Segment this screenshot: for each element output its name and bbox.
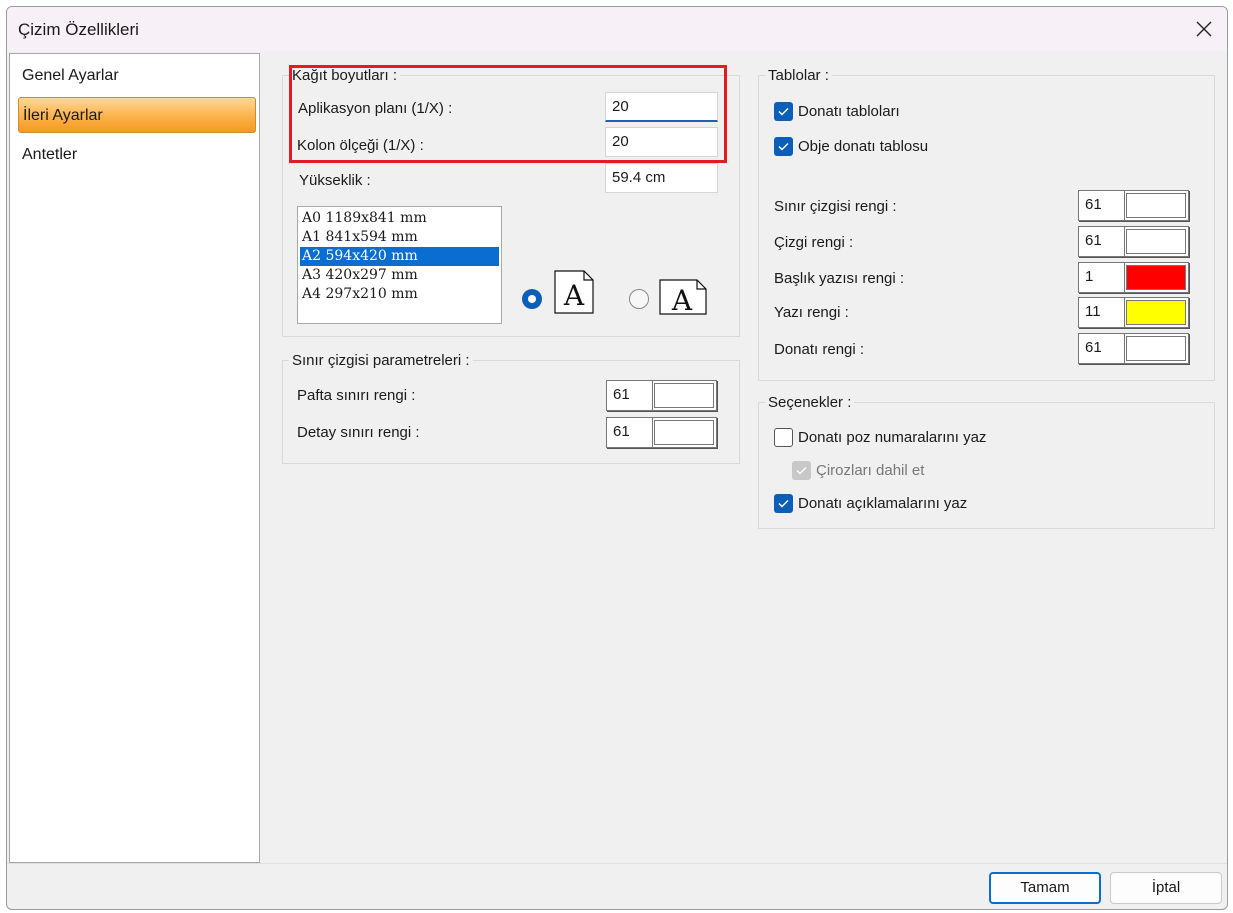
list-item[interactable]: A1 841x594 mm: [300, 228, 499, 247]
list-item[interactable]: A3 420x297 mm: [300, 266, 499, 285]
color-swatch: [654, 420, 714, 445]
rebar-descriptions-label: Donatı açıklamalarını yaz: [798, 495, 968, 512]
color-index: 61: [607, 418, 653, 447]
text-color-picker[interactable]: 11: [1078, 297, 1189, 328]
color-index: 61: [1079, 227, 1125, 256]
border-line-color-picker[interactable]: 61: [1078, 190, 1189, 221]
check-icon: [778, 500, 789, 508]
detail-border-color-picker[interactable]: 61: [606, 417, 717, 448]
nav-item-antetler[interactable]: Antetler: [18, 137, 256, 173]
color-swatch: [1126, 229, 1186, 254]
rebar-tables-checkbox[interactable]: [774, 102, 793, 121]
portrait-glyph: A: [563, 279, 585, 312]
landscape-radio[interactable]: [629, 289, 649, 309]
sheet-border-label: Pafta sınırı rengi :: [297, 387, 416, 404]
detail-border-label: Detay sınırı rengi :: [297, 424, 420, 441]
color-index: 11: [1079, 298, 1125, 327]
check-icon: [778, 108, 789, 116]
color-index: 1: [1079, 263, 1125, 292]
dialog-window: Çizim Özellikleri Genel Ayarlar İleri Ay…: [6, 6, 1228, 910]
color-index: 61: [607, 381, 653, 410]
include-stirrups-checkbox[interactable]: [792, 461, 811, 480]
color-swatch: [654, 383, 714, 408]
options-title: Seçenekler :: [765, 394, 855, 411]
color-swatch: [1126, 265, 1186, 290]
border-line-color-label: Sınır çizgisi rengi :: [774, 198, 897, 215]
portrait-page-icon: A: [554, 270, 594, 314]
line-color-picker[interactable]: 61: [1078, 226, 1189, 257]
rebar-color-picker[interactable]: 61: [1078, 333, 1189, 364]
nav-item-ileri-ayarlar[interactable]: İleri Ayarlar: [18, 97, 256, 133]
close-icon: [1196, 21, 1212, 37]
ok-button[interactable]: Tamam: [989, 872, 1101, 904]
rebar-color-label: Donatı rengi :: [774, 341, 865, 358]
landscape-glyph: A: [671, 284, 693, 315]
color-index: 61: [1079, 191, 1125, 220]
portrait-radio[interactable]: [522, 289, 542, 309]
sheet-border-color-picker[interactable]: 61: [606, 380, 717, 411]
object-table-label: Obje donatı tablosu: [798, 138, 929, 155]
check-icon: [778, 143, 789, 151]
include-stirrups-label: Çirozları dahil et: [816, 462, 925, 479]
bar-mark-numbers-label: Donatı poz numaralarını yaz: [798, 429, 987, 446]
title-bar: Çizim Özellikleri: [7, 7, 1227, 51]
window-title: Çizim Özellikleri: [18, 20, 139, 39]
list-item-selected[interactable]: A2 594x420 mm: [300, 247, 499, 266]
title-text-color-picker[interactable]: 1: [1078, 262, 1189, 293]
color-swatch: [1126, 193, 1186, 218]
height-label: Yükseklik :: [299, 172, 371, 189]
landscape-page-icon: A: [659, 279, 707, 315]
object-table-checkbox[interactable]: [774, 137, 793, 156]
check-icon: [796, 467, 807, 475]
bar-mark-numbers-checkbox[interactable]: [774, 428, 793, 447]
cancel-button[interactable]: İptal: [1110, 872, 1222, 904]
rebar-descriptions-checkbox[interactable]: [774, 494, 793, 513]
nav-item-genel-ayarlar[interactable]: Genel Ayarlar: [18, 58, 256, 94]
tables-title: Tablolar :: [765, 67, 832, 84]
color-swatch: [1126, 336, 1186, 361]
color-index: 61: [1079, 334, 1125, 363]
list-item[interactable]: A0 1189x841 mm: [300, 209, 499, 228]
rebar-tables-label: Donatı tabloları: [798, 103, 900, 120]
border-params-title: Sınır çizgisi parametreleri :: [289, 352, 473, 369]
border-params-group: Sınır çizgisi parametreleri :: [282, 352, 740, 464]
footer-divider: [7, 863, 1227, 864]
highlight-box: [289, 65, 727, 163]
close-button[interactable]: [1181, 7, 1227, 51]
title-text-color-label: Başlık yazısı rengi :: [774, 270, 905, 287]
paper-size-list[interactable]: A0 1189x841 mm A1 841x594 mm A2 594x420 …: [297, 206, 502, 324]
list-item[interactable]: A4 297x210 mm: [300, 285, 499, 304]
line-color-label: Çizgi rengi :: [774, 234, 854, 251]
color-swatch: [1126, 300, 1186, 325]
sidebar-nav: Genel Ayarlar İleri Ayarlar Antetler: [9, 53, 260, 863]
height-input[interactable]: 59.4 cm: [605, 163, 718, 193]
text-color-label: Yazı rengi :: [774, 304, 849, 321]
